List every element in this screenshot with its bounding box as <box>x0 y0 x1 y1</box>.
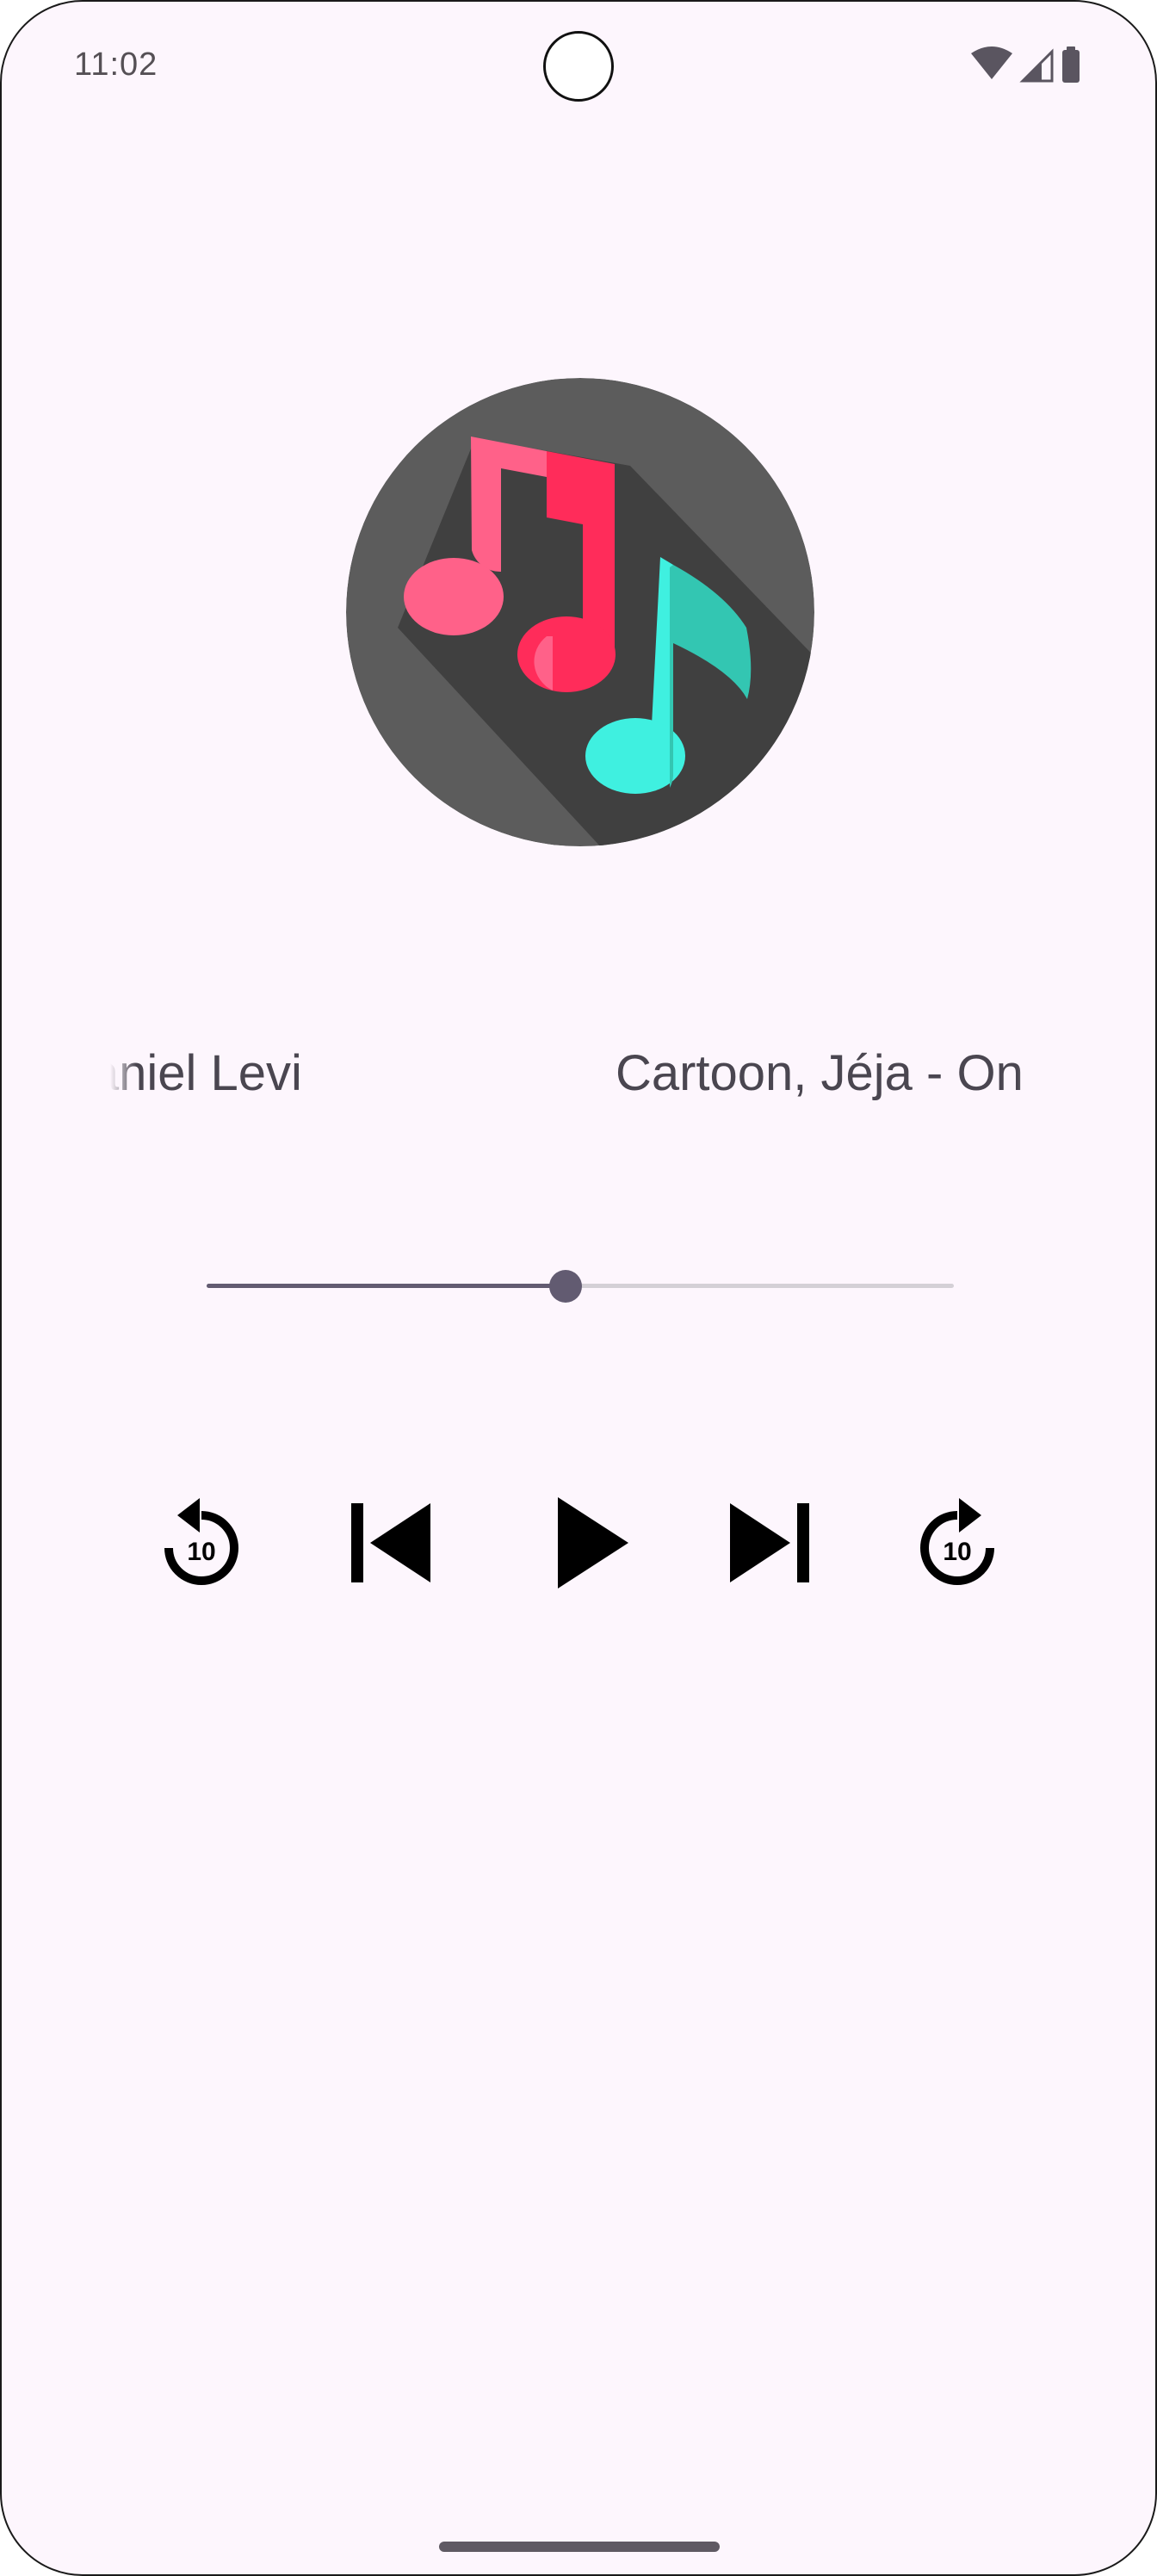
status-icons <box>971 46 1080 83</box>
phone-screen: 11:02 niel Levi Cartoon, Jéja - On 10 10 <box>0 0 1157 2576</box>
status-time: 11:02 <box>74 46 158 83</box>
album-art <box>346 378 814 846</box>
skip-previous-button[interactable] <box>331 1483 451 1603</box>
forward-10-button[interactable]: 10 <box>897 1483 1018 1603</box>
marquee-track: Daniel Levi Cartoon, Jéja - On <box>110 1035 1024 1112</box>
track-info-marquee: Daniel Levi Cartoon, Jéja - On <box>110 1035 1043 1112</box>
playback-controls: 10 10 <box>2 1465 1155 1620</box>
skip-next-button[interactable] <box>709 1483 830 1603</box>
svg-text:10: 10 <box>943 1538 971 1566</box>
seek-track-active <box>207 1284 566 1288</box>
cellular-signal-icon <box>1019 48 1054 83</box>
track-artist-text: Daniel Levi <box>110 1045 302 1101</box>
skip-previous-icon <box>351 1503 430 1582</box>
skip-next-icon <box>730 1503 809 1582</box>
svg-text:10: 10 <box>187 1538 215 1566</box>
track-title-text: Cartoon, Jéja - On <box>615 1045 1024 1101</box>
replay-10-button[interactable]: 10 <box>141 1483 262 1603</box>
seek-bar[interactable] <box>207 1266 954 1307</box>
play-icon <box>558 1497 628 1588</box>
forward-10-icon: 10 <box>920 1498 994 1585</box>
camera-cutout <box>543 31 614 102</box>
seek-thumb[interactable] <box>548 1270 582 1303</box>
wifi-icon <box>971 46 1012 79</box>
play-button[interactable] <box>527 1483 647 1603</box>
gesture-nav-handle[interactable] <box>439 2542 720 2552</box>
replay-10-icon: 10 <box>164 1498 238 1585</box>
battery-icon <box>1062 46 1080 83</box>
